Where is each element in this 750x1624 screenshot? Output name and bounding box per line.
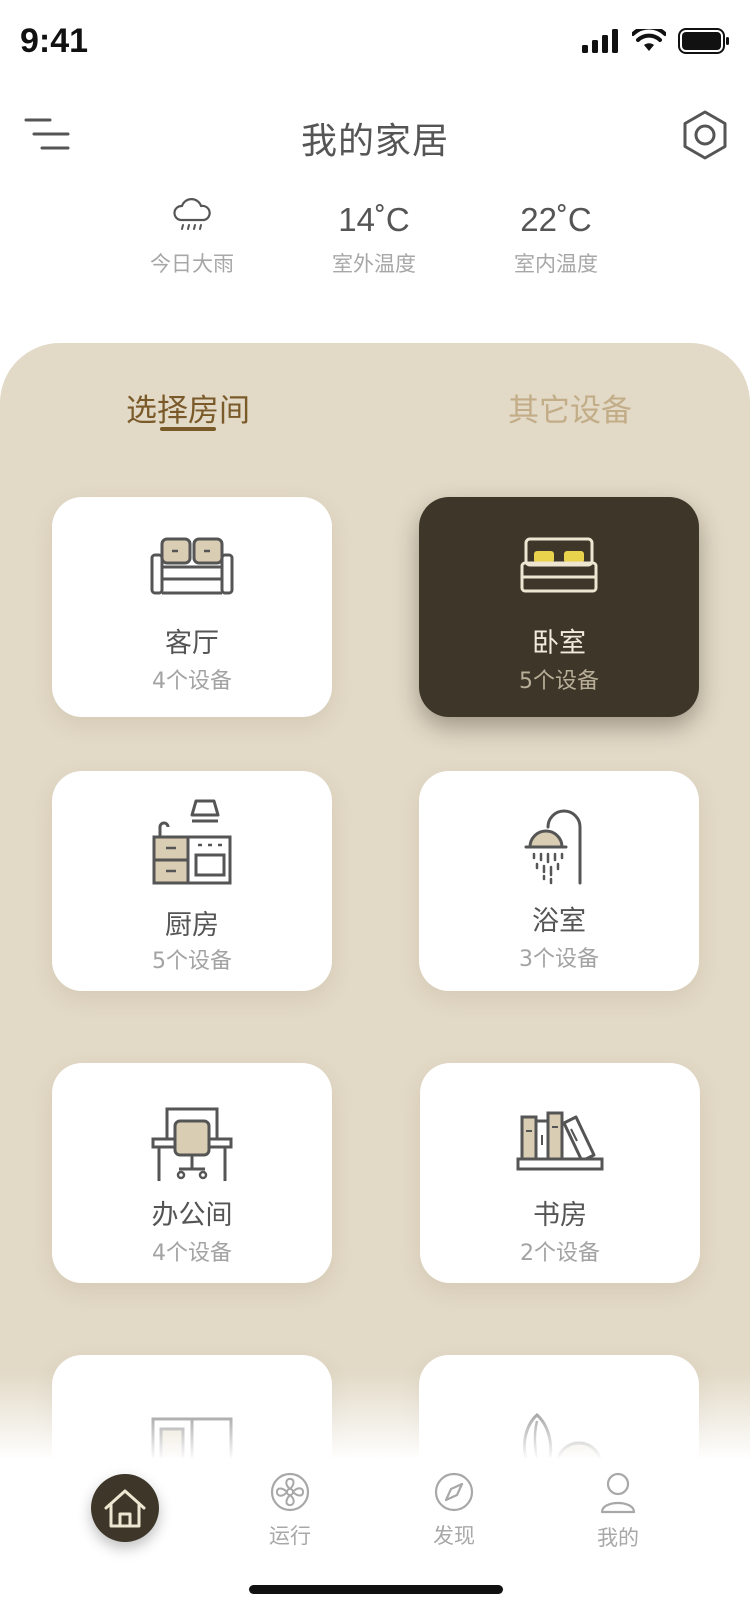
weather-label: 今日大雨 [150,252,234,276]
indoor-temp-value: 22˚C [520,201,592,238]
room-device-count: 4个设备 [152,1241,232,1266]
status-icons [582,28,730,54]
outdoor-temp-label: 室外温度 [332,252,416,276]
nav-item-run[interactable]: 运行 [240,1472,340,1550]
page-title: 我的家居 [300,121,449,162]
status-time: 9:41 [20,22,89,60]
room-name: 浴室 [532,906,586,937]
bed-icon [520,537,598,593]
weather-rain: 今日大雨 [102,198,282,278]
tab-select-room[interactable]: 选择房间 [126,385,250,430]
home-indicator [249,1585,503,1594]
nav-item-discover[interactable]: 发现 [404,1472,504,1550]
room-card-living-room[interactable]: 客厅 4个设备 [52,497,332,717]
bottom-nav: 运行 发现 我的 [0,1458,750,1624]
room-device-count: 3个设备 [519,947,599,972]
room-card-bedroom[interactable]: 卧室 5个设备 [419,497,699,717]
indoor-temp-label: 室内温度 [514,252,598,276]
rain-cloud-icon [102,198,282,242]
room-name: 办公间 [151,1200,233,1231]
user-icon [600,1472,636,1514]
outdoor-temperature: 14˚C 室外温度 [284,198,464,278]
nav-home-button[interactable] [91,1474,159,1542]
room-device-count: 2个设备 [520,1241,600,1266]
room-device-count: 5个设备 [519,669,599,694]
weather-summary: 今日大雨 14˚C 室外温度 22˚C 室内温度 [0,198,750,288]
room-name: 书房 [533,1200,587,1231]
tab-other-devices[interactable]: 其它设备 [508,385,632,430]
fan-icon [270,1472,310,1512]
hexagon-settings-icon[interactable] [682,110,728,160]
kitchen-icon [152,799,232,885]
desk-icon [151,1107,233,1181]
room-device-count: 5个设备 [152,949,232,974]
header: 我的家居 [0,100,750,180]
battery-icon [678,28,729,54]
indoor-temperature: 22˚C 室内温度 [466,198,646,278]
nav-label-discover: 发现 [433,1524,475,1548]
cellular-signal-icon [582,29,618,53]
wifi-icon [632,29,666,51]
tab-underline [160,427,216,431]
scroll-fade [0,1370,750,1460]
room-name: 客厅 [165,628,219,659]
compass-icon [434,1472,474,1512]
shower-icon [524,809,582,885]
sofa-icon [150,537,234,595]
nav-label-run: 运行 [269,1524,311,1548]
room-name: 卧室 [532,628,586,659]
room-card-study[interactable]: 书房 2个设备 [420,1063,700,1283]
status-bar: 9:41 [0,0,750,88]
outdoor-temp-value: 14˚C [338,201,410,238]
nav-label-mine: 我的 [597,1526,639,1550]
books-icon [516,1111,604,1171]
room-card-office[interactable]: 办公间 4个设备 [52,1063,332,1283]
room-device-count: 4个设备 [152,669,232,694]
nav-item-mine[interactable]: 我的 [568,1472,668,1552]
home-icon [104,1489,146,1528]
room-name: 厨房 [165,910,219,941]
room-card-bathroom[interactable]: 浴室 3个设备 [419,771,699,991]
room-card-kitchen[interactable]: 厨房 5个设备 [52,771,332,991]
